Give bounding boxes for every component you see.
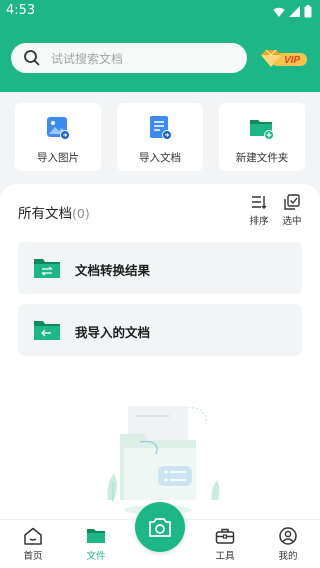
tab-profile[interactable]: 我的 [266,527,310,562]
documents-count: (0) [72,206,90,221]
documents-panel: 所有文档(0) 排序 选中 文档转换结果 我导入的文档 [0,184,320,519]
user-icon [279,527,297,545]
quick-action-label: 导入图片 [37,152,79,164]
status-bar: 4:53 [0,0,320,24]
import-image-icon [47,117,70,140]
quick-action-label: 新建文件夹 [235,152,289,164]
tab-label: 首页 [23,551,43,562]
tab-tools[interactable]: 工具 [203,527,247,562]
camera-icon [149,518,171,537]
quick-actions: 导入图片 导入文档 新建文件夹 [15,103,305,171]
documents-title-text: 所有文档 [18,206,72,222]
select-icon [284,194,300,210]
import-document-button[interactable]: 导入文档 [117,103,203,171]
folder-icon [87,529,105,543]
search-input[interactable]: 试试搜索文档 [11,43,247,73]
select-label: 选中 [282,216,302,227]
battery-icon [304,5,312,18]
select-button[interactable]: 选中 [279,194,305,227]
quick-action-label: 导入文档 [139,152,181,164]
home-icon [24,527,42,545]
status-time: 4:53 [6,3,36,18]
search-placeholder: 试试搜索文档 [51,51,124,66]
sort-label: 排序 [249,216,269,227]
tab-files[interactable]: 文件 [74,527,118,562]
new-folder-icon [250,120,274,140]
header: 4:53 试试搜索文档 VIP [0,0,320,92]
search-icon [24,50,40,66]
sort-icon [252,196,267,209]
wifi-icon [273,7,285,17]
signal-icon [289,5,300,17]
import-folder-icon [34,321,60,340]
documents-title: 所有文档(0) [18,202,90,222]
vip-button[interactable]: VIP [259,48,309,70]
tab-label: 文件 [86,551,106,562]
import-image-button[interactable]: 导入图片 [15,103,101,171]
sort-button[interactable]: 排序 [246,194,272,227]
folder-label: 文档转换结果 [75,263,151,278]
tab-label: 工具 [215,551,235,562]
toolbox-icon [215,528,235,544]
camera-button[interactable] [135,502,185,552]
tab-home[interactable]: 首页 [11,527,55,562]
convert-folder-icon [34,259,60,278]
tab-label: 我的 [278,551,298,562]
status-icons [273,5,312,18]
import-document-icon [150,116,172,140]
vip-label: VIP [284,55,300,66]
folder-my-imports[interactable]: 我导入的文档 [18,304,302,356]
folder-label: 我导入的文档 [75,325,151,340]
new-folder-button[interactable]: 新建文件夹 [219,103,305,171]
folder-convert-results[interactable]: 文档转换结果 [18,242,302,294]
